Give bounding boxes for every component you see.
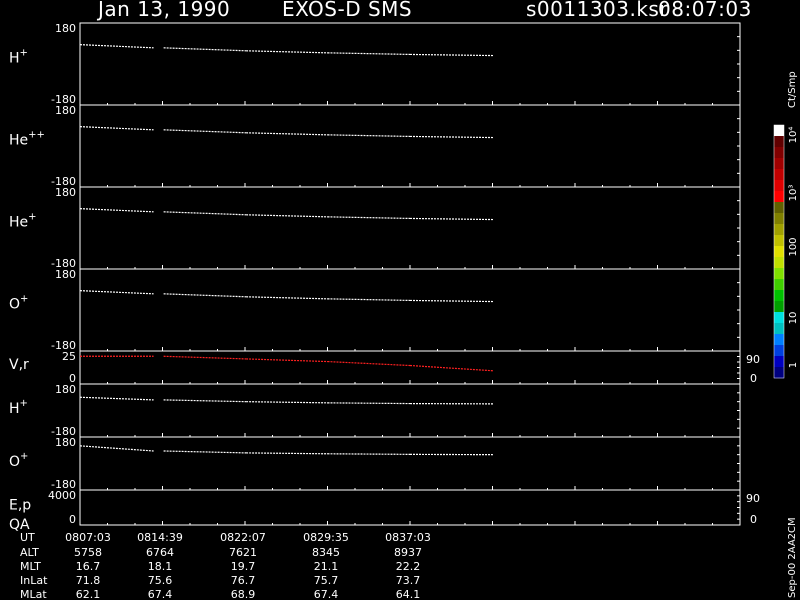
table-cell: 0814:39 [137, 531, 183, 544]
colorbar-tick-label: 10³ [788, 185, 799, 202]
table-row-label: InLat [20, 574, 48, 587]
right-tick-label: 0 [750, 513, 757, 526]
colorbar-swatch [774, 169, 784, 181]
table-cell: 0822:07 [220, 531, 266, 544]
colorbar-swatch [774, 191, 784, 203]
colorbar-swatch [774, 356, 784, 368]
y-top-label: 180 [55, 22, 76, 35]
colorbar-swatch [774, 125, 784, 137]
table-cell: 5758 [74, 546, 102, 559]
table-cell: 73.7 [396, 574, 421, 587]
sms-plot: Jan 13, 1990 EXOS-D SMS s0011303.ksr 08:… [0, 0, 800, 600]
y-top-label: 25 [62, 350, 76, 363]
colorbar-swatch [774, 158, 784, 170]
y-top-label: 4000 [48, 489, 76, 502]
y-top-label: 180 [55, 268, 76, 281]
colorbar-tick-label: 1 [788, 362, 799, 368]
right-tick-label: 90 [746, 492, 760, 505]
table-row-label: ALT [20, 546, 39, 559]
colorbar-swatch [774, 345, 784, 357]
colorbar-tick-label: 10 [788, 312, 799, 325]
colorbar-unit: Ct/Smp [787, 71, 798, 108]
panel-label: E,p [9, 497, 31, 513]
y-bottom-label: 0 [69, 513, 76, 526]
right-tick-label: 0 [750, 372, 757, 385]
table-cell: 75.6 [148, 574, 173, 587]
colorbar-swatch [774, 290, 784, 302]
header-date: Jan 13, 1990 [96, 0, 230, 21]
colorbar-swatch [774, 334, 784, 346]
table-cell: 62.1 [76, 588, 101, 600]
header-instrument: EXOS-D SMS [282, 0, 412, 21]
table-cell: 64.1 [396, 588, 421, 600]
table-cell: 22.2 [396, 560, 421, 573]
colorbar-swatch [774, 180, 784, 192]
header-time: 08:07:03 [658, 0, 752, 21]
y-top-label: 180 [55, 436, 76, 449]
table-cell: 21.1 [314, 560, 339, 573]
table-row-label: MLat [20, 588, 47, 600]
panel-label: V,r [9, 357, 29, 373]
table-cell: 7621 [229, 546, 257, 559]
colorbar-swatch [774, 202, 784, 214]
colorbar-swatch [774, 224, 784, 236]
table-cell: 6764 [146, 546, 174, 559]
table-cell: 19.7 [231, 560, 256, 573]
colorbar-swatch [774, 312, 784, 324]
colorbar-swatch [774, 268, 784, 280]
y-top-label: 180 [55, 383, 76, 396]
colorbar-swatch [774, 235, 784, 247]
header-file: s0011303.ksr [526, 0, 668, 21]
table-cell: 76.7 [231, 574, 256, 587]
right-tick-label: 90 [746, 353, 760, 366]
colorbar-swatch [774, 213, 784, 225]
y-top-label: 180 [55, 104, 76, 117]
colorbar-swatch [774, 147, 784, 159]
table-cell: 8937 [394, 546, 422, 559]
side-note: Sep-00 2AA2CM [787, 517, 798, 598]
colorbar-swatch [774, 301, 784, 313]
table-cell: 67.4 [148, 588, 173, 600]
table-cell: 67.4 [314, 588, 339, 600]
colorbar-swatch [774, 367, 784, 379]
colorbar-swatch [774, 257, 784, 269]
table-row-label: MLT [20, 560, 41, 573]
colorbar-tick-label: 10⁴ [788, 127, 799, 144]
colorbar-swatch [774, 136, 784, 148]
colorbar-tick-label: 100 [788, 237, 799, 256]
table-row-label: UT [20, 531, 35, 544]
table-cell: 0829:35 [303, 531, 349, 544]
table-cell: 0837:03 [385, 531, 431, 544]
y-top-label: 180 [55, 186, 76, 199]
table-cell: 0807:03 [65, 531, 111, 544]
table-cell: 68.9 [231, 588, 256, 600]
colorbar-swatch [774, 279, 784, 291]
table-cell: 16.7 [76, 560, 101, 573]
colorbar-swatch [774, 246, 784, 258]
table-cell: 18.1 [148, 560, 173, 573]
colorbar-swatch [774, 323, 784, 335]
table-cell: 8345 [312, 546, 340, 559]
table-cell: 75.7 [314, 574, 339, 587]
table-cell: 71.8 [76, 574, 101, 587]
